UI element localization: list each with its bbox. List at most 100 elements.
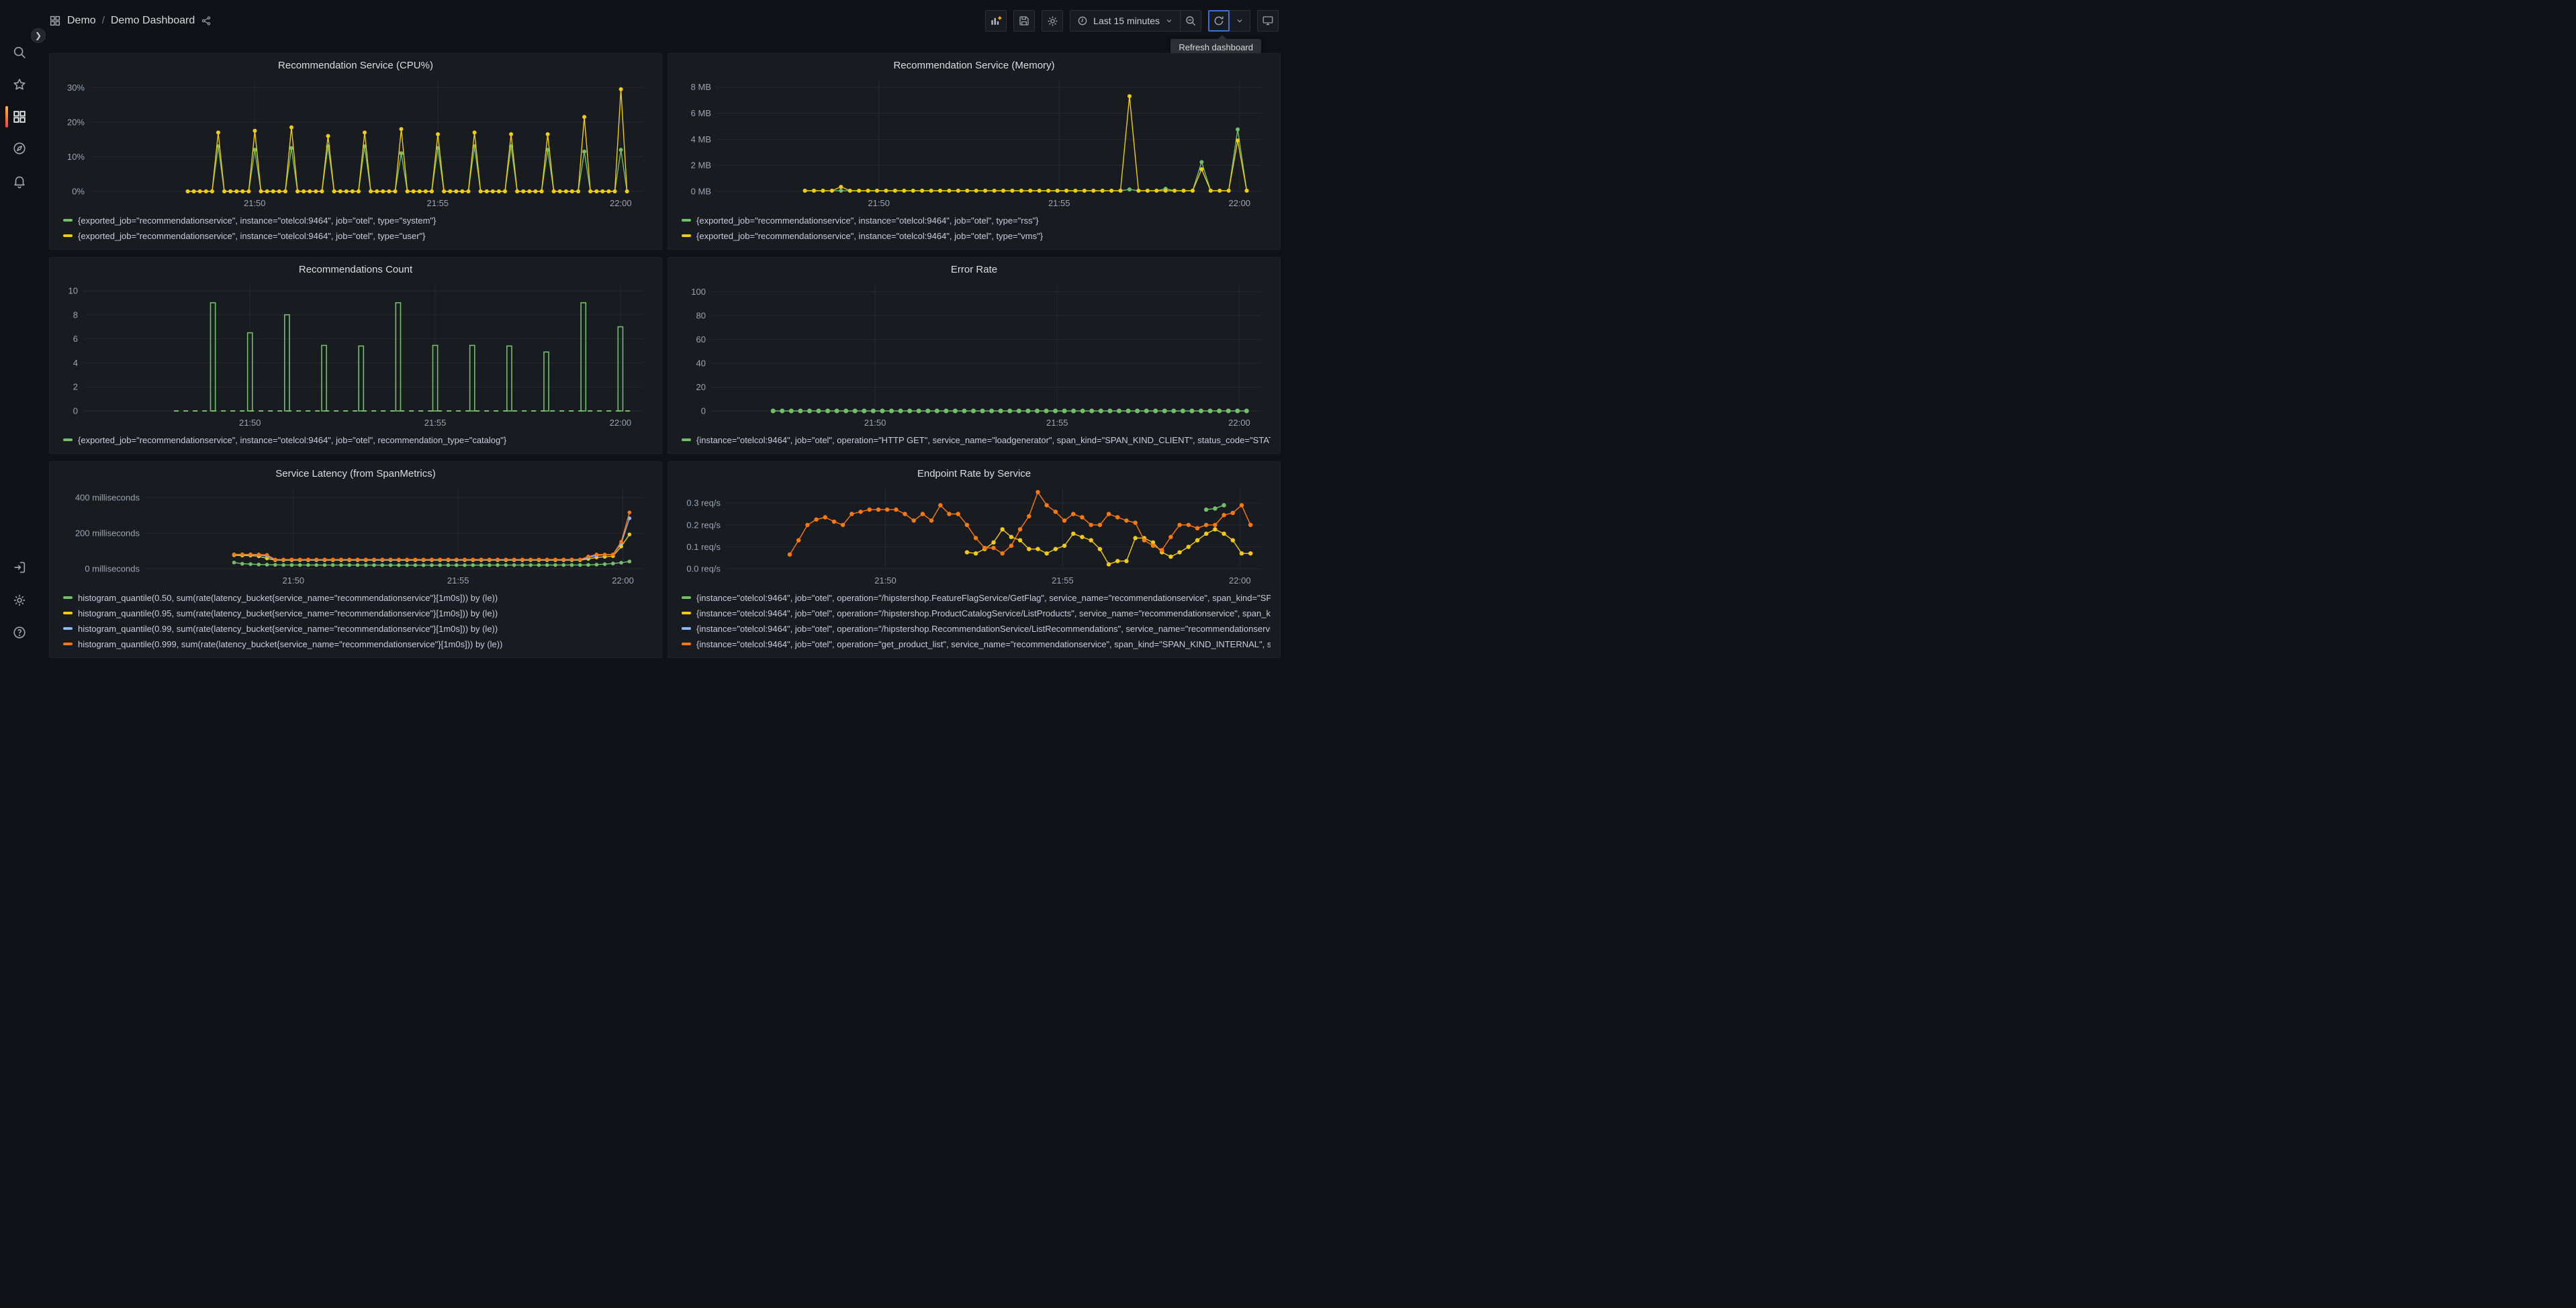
sidebar-item-explore[interactable]: [0, 135, 38, 162]
svg-text:10%: 10%: [67, 152, 85, 162]
legend-item[interactable]: {exported_job="recommendationservice", i…: [678, 228, 1271, 244]
legend: {instance="otelcol:9464", job="otel", op…: [678, 589, 1271, 652]
timeseries-chart[interactable]: 0 20 40 60 80 100 21:50 21:55 22:00: [678, 279, 1271, 431]
sidebar-item-alerting[interactable]: [0, 168, 38, 195]
legend-item[interactable]: histogram_quantile(0.99, sum(rate(latenc…: [59, 621, 652, 637]
svg-text:22:00: 22:00: [1228, 418, 1250, 428]
svg-text:21:50: 21:50: [244, 198, 266, 208]
sidebar-item-search[interactable]: [0, 39, 38, 66]
panel-title[interactable]: Error Rate: [678, 261, 1271, 279]
legend-item[interactable]: {exported_job="recommendationservice", i…: [59, 228, 652, 244]
legend-item[interactable]: histogram_quantile(0.95, sum(rate(latenc…: [59, 606, 652, 621]
svg-text:22:00: 22:00: [610, 198, 632, 208]
panel-title[interactable]: Recommendation Service (Memory): [678, 56, 1271, 75]
sidebar-expand-button[interactable]: ❯: [31, 28, 46, 43]
breadcrumb-folder[interactable]: Demo: [67, 15, 96, 27]
top-nav: Demo / Demo Dashboard Last 15 minutes Re…: [0, 0, 1288, 56]
zoom-out-time-button[interactable]: [1180, 10, 1201, 32]
legend-item[interactable]: {instance="otelcol:9464", job="otel", op…: [678, 621, 1271, 637]
legend-item[interactable]: {instance="otelcol:9464", job="otel", op…: [678, 590, 1271, 606]
timeseries-chart[interactable]: 0% 10% 20% 30% 21:50 21:55 22:00: [59, 75, 652, 212]
search-minus-icon: [1185, 15, 1197, 27]
gear-icon: [12, 593, 27, 608]
svg-text:40: 40: [696, 359, 706, 369]
svg-text:20%: 20%: [67, 117, 85, 127]
bell-icon: [12, 174, 27, 189]
series-swatch: [63, 596, 73, 599]
legend-item[interactable]: {exported_job="recommendationservice", i…: [59, 432, 652, 448]
timeseries-chart[interactable]: 0 MB 2 MB 4 MB 6 MB 8 MB 21:50 21:55 22:00: [678, 75, 1271, 212]
refresh-interval-dropdown[interactable]: [1229, 10, 1250, 32]
svg-text:30%: 30%: [67, 83, 85, 93]
panel-title[interactable]: Service Latency (from SpanMetrics): [59, 465, 652, 483]
save-dashboard-button[interactable]: [1013, 10, 1036, 32]
panel-title[interactable]: Recommendations Count: [59, 261, 652, 279]
help-icon: [12, 625, 27, 640]
series-swatch: [682, 627, 691, 630]
refresh-dashboard-button[interactable]: [1208, 10, 1230, 32]
kiosk-mode-button[interactable]: [1257, 10, 1279, 32]
panel-recommendation-cpu: Recommendation Service (CPU%) 0% 10% 20% 30…: [49, 53, 662, 250]
sign-in-icon: [12, 560, 27, 575]
sidebar-item-configuration[interactable]: [0, 587, 38, 614]
timeseries-chart[interactable]: 0.0 req/s 0.1 req/s 0.2 req/s 0.3 req/s 21:5…: [678, 483, 1271, 589]
active-indicator: [5, 106, 8, 128]
svg-text:22:00: 22:00: [612, 575, 634, 586]
svg-text:21:50: 21:50: [864, 418, 886, 428]
svg-text:8: 8: [73, 310, 78, 320]
svg-text:100: 100: [691, 287, 706, 297]
add-panel-icon: [989, 14, 1003, 28]
svg-text:21:50: 21:50: [868, 198, 890, 208]
breadcrumb-dashboard[interactable]: Demo Dashboard: [111, 15, 195, 27]
timeseries-chart[interactable]: 0 2 4 6 8 10 21:50 21:55 22:00: [59, 279, 652, 431]
breadcrumb-separator: /: [101, 15, 105, 26]
add-panel-button[interactable]: [985, 10, 1007, 32]
svg-text:0.1 req/s: 0.1 req/s: [686, 542, 721, 552]
series-swatch: [63, 234, 73, 237]
panel-title[interactable]: Recommendation Service (CPU%): [59, 56, 652, 75]
svg-text:10: 10: [68, 285, 78, 295]
series-swatch: [63, 438, 73, 441]
sidebar-item-dashboards[interactable]: [0, 103, 38, 130]
legend-item[interactable]: histogram_quantile(0.50, sum(rate(latenc…: [59, 590, 652, 606]
time-range-picker[interactable]: Last 15 minutes: [1070, 10, 1181, 32]
dashboard-toolbar: Last 15 minutes: [985, 10, 1279, 32]
apps-grid-icon: [49, 15, 61, 27]
svg-text:21:55: 21:55: [1048, 198, 1070, 208]
svg-text:22:00: 22:00: [1229, 198, 1251, 208]
panel-endpoint-rate: Endpoint Rate by Service 0.0 req/s 0.1 re…: [668, 461, 1281, 658]
series-swatch: [63, 643, 73, 645]
svg-text:0.3 req/s: 0.3 req/s: [686, 498, 721, 508]
timeseries-chart[interactable]: 0 milliseconds 200 milliseconds 400 millis…: [59, 483, 652, 589]
legend-item[interactable]: {instance="otelcol:9464", job="otel", op…: [678, 637, 1271, 652]
legend-item[interactable]: histogram_quantile(0.999, sum(rate(laten…: [59, 637, 652, 652]
series-swatch: [63, 612, 73, 614]
sidebar: [0, 0, 38, 654]
svg-text:4 MB: 4 MB: [691, 134, 711, 144]
share-icon[interactable]: [201, 15, 212, 26]
series-swatch: [63, 627, 73, 630]
legend: {exported_job="recommendationservice", i…: [678, 212, 1271, 244]
sidebar-item-help[interactable]: [0, 619, 38, 646]
svg-text:8 MB: 8 MB: [691, 82, 711, 92]
sidebar-item-sign-in[interactable]: [0, 554, 38, 581]
chevron-down-icon: [1165, 17, 1173, 25]
svg-text:4: 4: [73, 358, 78, 368]
legend: {exported_job="recommendationservice", i…: [59, 431, 652, 448]
svg-text:0: 0: [73, 406, 78, 416]
sidebar-item-starred[interactable]: [0, 71, 38, 98]
svg-text:2 MB: 2 MB: [691, 160, 711, 171]
legend-item[interactable]: {instance="otelcol:9464", job="otel", op…: [678, 606, 1271, 621]
breadcrumb: Demo / Demo Dashboard: [49, 0, 212, 41]
svg-text:200 milliseconds: 200 milliseconds: [75, 528, 140, 539]
legend-item[interactable]: {instance="otelcol:9464", job="otel", op…: [678, 432, 1271, 448]
dashboard-grid: Recommendation Service (CPU%) 0% 10% 20% 30…: [49, 53, 1281, 658]
legend: histogram_quantile(0.50, sum(rate(latenc…: [59, 589, 652, 652]
monitor-icon: [1262, 15, 1274, 27]
legend-item[interactable]: {exported_job="recommendationservice", i…: [59, 213, 652, 228]
dashboard-settings-button[interactable]: [1042, 10, 1064, 32]
svg-text:21:55: 21:55: [1052, 575, 1074, 586]
panel-title[interactable]: Endpoint Rate by Service: [678, 465, 1271, 483]
legend-item[interactable]: {exported_job="recommendationservice", i…: [678, 213, 1271, 228]
svg-text:22:00: 22:00: [1229, 575, 1251, 586]
